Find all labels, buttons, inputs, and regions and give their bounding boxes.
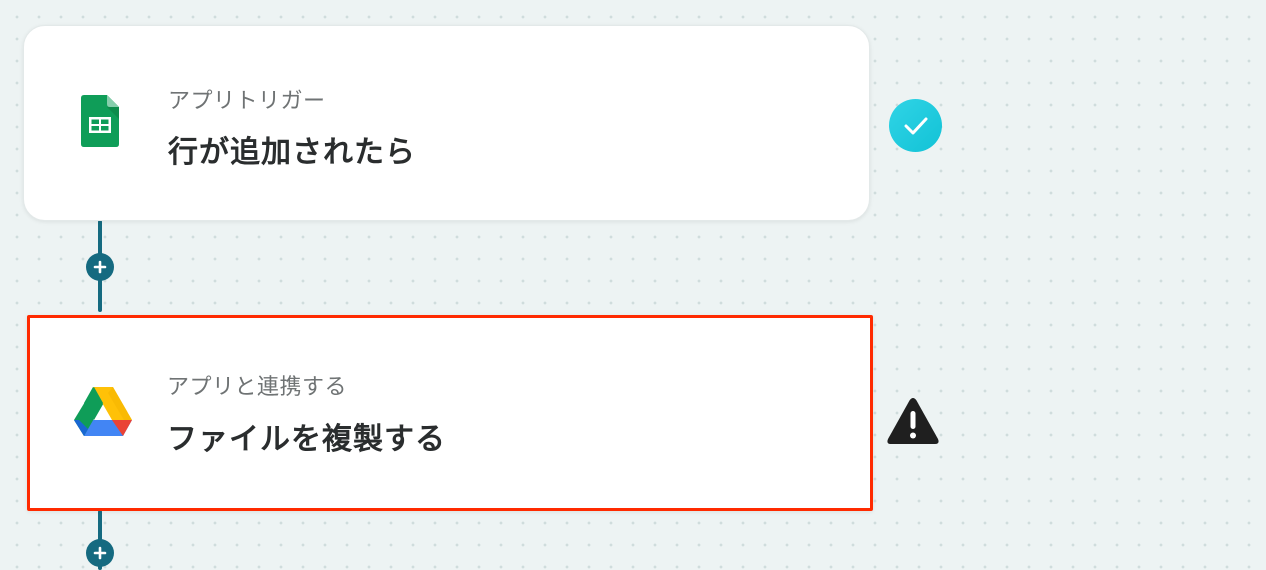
add-step-button[interactable] <box>86 539 114 567</box>
step-title: ファイルを複製する <box>167 422 446 457</box>
google-drive-icon <box>74 385 132 441</box>
step-title: 行が追加されたら <box>168 135 416 170</box>
check-circle-icon <box>889 99 942 152</box>
google-sheets-icon <box>81 95 119 151</box>
flow-step-card-trigger[interactable]: アプリトリガー 行が追加されたら <box>23 25 870 221</box>
warning-icon <box>886 397 940 449</box>
step-type-label: アプリトリガー <box>168 89 326 114</box>
plus-icon <box>93 260 107 274</box>
add-step-button[interactable] <box>86 253 114 281</box>
plus-icon <box>93 546 107 560</box>
flow-step-card-action[interactable]: アプリと連携する ファイルを複製する <box>27 315 873 511</box>
step-type-label: アプリと連携する <box>167 375 348 400</box>
